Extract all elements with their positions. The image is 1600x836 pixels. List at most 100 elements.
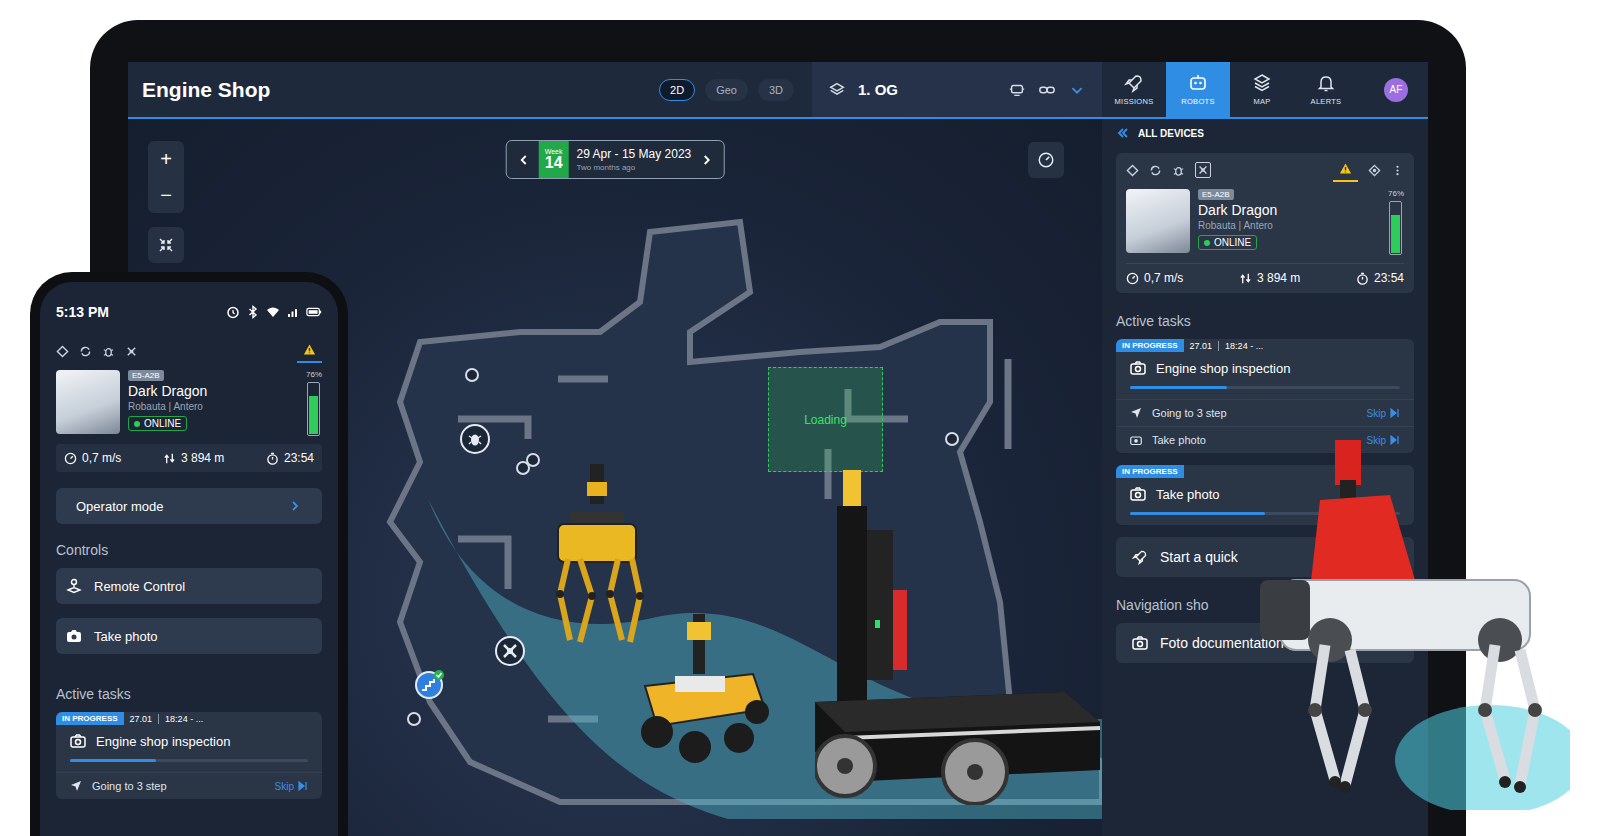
- navigation-arrow-icon: [1130, 407, 1142, 419]
- operator-mode-button[interactable]: Operator mode: [56, 488, 322, 524]
- red-robot-dog: [1240, 440, 1570, 810]
- speed-stat: 0,7 m/s: [1126, 271, 1183, 285]
- task-status-badge: IN PROGRESS: [56, 712, 124, 725]
- week-number: 14: [545, 155, 563, 171]
- floor-label: 1. OG: [858, 81, 898, 98]
- all-devices-header[interactable]: ALL DEVICES: [1116, 119, 1414, 147]
- nav-tab[interactable]: MAP: [1230, 62, 1294, 117]
- view-mode-switch: 2D Geo 3D: [659, 79, 794, 101]
- waypoint-dot[interactable]: [526, 453, 540, 467]
- rocket-icon: [1124, 73, 1144, 93]
- distance-stat: 3 894 m: [163, 451, 224, 465]
- loading-zone[interactable]: Loading: [768, 367, 883, 472]
- battery-icon: [306, 304, 322, 320]
- chevron-left-icon[interactable]: [517, 153, 531, 167]
- chevron-right-icon: [288, 499, 302, 513]
- stairs-pin-icon[interactable]: [414, 668, 446, 700]
- week-range-text: 29 Apr - 15 May 2023: [577, 147, 692, 161]
- control-button[interactable]: Remote Control: [56, 568, 322, 604]
- task-card[interactable]: IN PROGRESS 27.01 18:24 - ... Engine shop i…: [56, 712, 322, 799]
- skip-button[interactable]: Skip: [1367, 435, 1400, 446]
- device-card[interactable]: E5-A2BDark DragonRobauta | AnteroONLINE7…: [1116, 153, 1414, 293]
- view-mode-button[interactable]: 3D: [758, 79, 794, 101]
- loading-label: Loading: [804, 413, 847, 427]
- device-card[interactable]: E5-A2BDark DragonRobauta | AnteroONLINE7…: [56, 334, 322, 472]
- bug-icon[interactable]: [102, 345, 115, 358]
- chevron-down-icon[interactable]: [1068, 81, 1086, 99]
- product-stage: Engine Shop2DGeo3D1. OGMISSIONSROBOTSMAP…: [0, 0, 1600, 836]
- waypoint-dot[interactable]: [945, 432, 959, 446]
- warning-tab[interactable]: [1333, 158, 1358, 182]
- task-header: IN PROGRESS: [1116, 465, 1414, 478]
- link-icon[interactable]: [1038, 81, 1056, 99]
- robot-link-icon[interactable]: [1008, 81, 1026, 99]
- yellow-robot-dog[interactable]: [550, 464, 645, 647]
- phone-device: 5:13 PME5-A2BDark DragonRobauta | Antero…: [30, 272, 348, 836]
- floor-selector[interactable]: 1. OG: [812, 62, 1102, 117]
- task-title: Engine shop inspection: [96, 734, 230, 749]
- task-progress: [70, 759, 308, 762]
- target-icon[interactable]: [1368, 164, 1381, 177]
- sync-icon[interactable]: [1149, 164, 1162, 177]
- zoom-controls: +−: [148, 141, 184, 213]
- warning-tab[interactable]: [297, 339, 322, 363]
- skip-button[interactable]: Skip: [1367, 408, 1400, 419]
- device-status-badge: ONLINE: [128, 416, 187, 431]
- task-step: Going to 3 stepSkip: [1116, 399, 1414, 426]
- distance-stat: 3 894 m: [1239, 271, 1300, 285]
- speed-stat: 0,7 m/s: [64, 451, 121, 465]
- camera-icon: [1130, 486, 1146, 502]
- drone-pin-icon[interactable]: [494, 635, 526, 667]
- yellow-rover-robot[interactable]: [635, 614, 770, 767]
- device-stats: 0,7 m/s3 894 m23:54: [1126, 263, 1404, 293]
- diamond-icon[interactable]: [56, 345, 69, 358]
- nav-tab-label: MAP: [1253, 97, 1270, 106]
- kebab-menu-icon[interactable]: [1391, 164, 1404, 177]
- drone-icon[interactable]: [125, 345, 138, 358]
- double-chevron-left-icon: [1116, 126, 1130, 140]
- zoom-out-button[interactable]: −: [148, 177, 184, 213]
- view-mode-button[interactable]: Geo: [705, 79, 748, 101]
- device-vendor: Robauta | Antero: [1198, 220, 1380, 231]
- waypoint-dot[interactable]: [465, 368, 479, 382]
- task-date: 27.01: [130, 714, 153, 724]
- battery-percent: 76%: [1388, 189, 1404, 198]
- chevron-right-icon[interactable]: [699, 153, 713, 167]
- task-card[interactable]: IN PROGRESS27.0118:24 - ...Engine shop i…: [1116, 339, 1414, 453]
- zoom-in-button[interactable]: +: [148, 141, 184, 177]
- camera-icon: [1130, 360, 1146, 376]
- skip-icon: [1390, 408, 1400, 418]
- waypoint-dot[interactable]: [407, 712, 421, 726]
- collapse-arrows-icon: [158, 237, 174, 253]
- camera-icon: [1132, 635, 1148, 651]
- week-badge: Week14: [539, 141, 569, 178]
- active-tasks-title: Active tasks: [56, 686, 322, 702]
- joystick-icon: [66, 578, 82, 594]
- skip-button[interactable]: Skip: [275, 781, 308, 792]
- drone-icon[interactable]: [1195, 162, 1211, 178]
- diamond-icon[interactable]: [1126, 164, 1139, 177]
- task-time: 18:24 - ...: [1218, 341, 1263, 351]
- task-step: Take photoSkip: [1116, 426, 1414, 453]
- bluetooth-icon: [246, 305, 260, 319]
- sync-icon[interactable]: [79, 345, 92, 358]
- nav-tab[interactable]: ROBOTS: [1166, 62, 1230, 117]
- fit-view-button[interactable]: [148, 227, 184, 263]
- bug-pin-icon[interactable]: [459, 423, 491, 455]
- task-time: 18:24 - ...: [158, 714, 203, 724]
- device-stats: 0,7 m/s3 894 m23:54: [56, 444, 322, 472]
- camera-icon: [1130, 434, 1142, 446]
- control-label: Take photo: [94, 629, 158, 644]
- speed-view-button[interactable]: [1028, 142, 1064, 178]
- control-button[interactable]: Take photo: [56, 618, 322, 654]
- nav-tab[interactable]: ALERTS: [1294, 62, 1358, 117]
- robot-photo: [56, 370, 120, 434]
- device-id-badge: E5-A2B: [128, 370, 164, 381]
- user-avatar[interactable]: AF: [1384, 78, 1408, 102]
- bug-icon[interactable]: [1172, 164, 1185, 177]
- view-mode-button[interactable]: 2D: [659, 79, 695, 101]
- nav-tab[interactable]: MISSIONS: [1102, 62, 1166, 117]
- phone-screen: 5:13 PME5-A2BDark DragonRobauta | Antero…: [40, 282, 338, 836]
- speedometer-icon: [1126, 272, 1139, 285]
- mobile-manipulator-robot[interactable]: [815, 470, 1100, 805]
